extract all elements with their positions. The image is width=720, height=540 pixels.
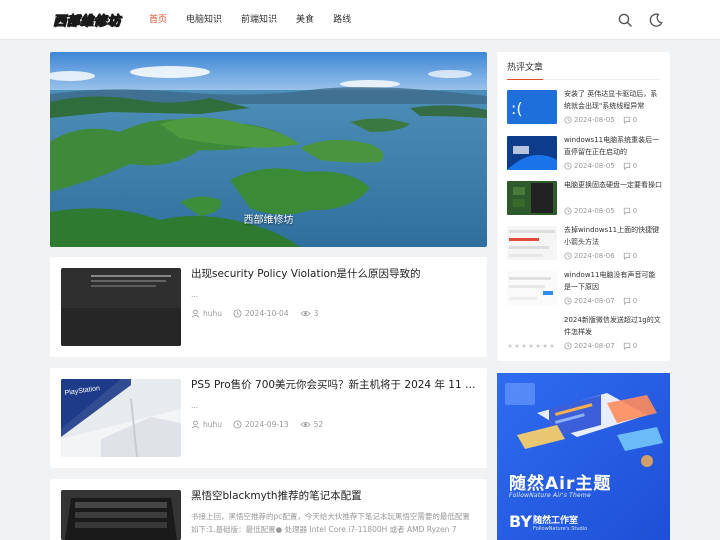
hot-article-meta: 2024-08-05 0 <box>564 162 645 170</box>
post-author[interactable]: huhu <box>203 309 222 318</box>
post-meta: huhu 2024-10-04 3 <box>191 309 329 318</box>
hot-article-date: 2024-08-05 <box>574 207 615 215</box>
comment-icon <box>623 116 630 124</box>
hero-caption: 西部维修坊 <box>243 215 294 226</box>
site-header: 西部维修坊 首页 电脑知识 前端知识 美食 路线 <box>0 0 720 40</box>
clock-icon <box>233 309 242 318</box>
eye-icon <box>300 421 311 428</box>
hot-article-item[interactable]: 去掉windows11上面的快捷键小箭头方法 2024-08-06 0 <box>507 224 662 264</box>
hot-article-thumbnail[interactable] <box>507 136 557 170</box>
hot-article-comments: 0 <box>632 162 638 170</box>
main-nav: 首页 电脑知识 前端知识 美食 路线 <box>149 13 370 27</box>
post-card[interactable]: PlayStation PS5 Pro售价 700美元你会买吗？新主机将于 20… <box>50 368 487 468</box>
hot-article-title[interactable]: windows11电脑系统重装后一直停留在正在启动的 <box>564 134 662 158</box>
clock-icon <box>564 116 572 124</box>
hot-article-title[interactable]: window11电脑没有声音可能是一下原因 <box>564 269 662 293</box>
post-date: 2024-09-13 <box>245 420 289 429</box>
hot-article-date: 2024-08-07 <box>574 342 615 350</box>
post-thumbnail[interactable] <box>61 490 181 540</box>
clock-icon <box>564 252 572 260</box>
clock-icon <box>564 297 572 305</box>
hot-article-item[interactable]: :( 安装了 英伟达显卡驱动后，系统就会出现"系统线程异常 2024-08-05… <box>507 88 662 128</box>
comment-icon <box>623 342 630 350</box>
hot-article-comments: 0 <box>632 252 638 260</box>
hot-article-title[interactable]: 2024新版微信发送超过1g的文件怎样发 <box>564 314 662 338</box>
clock-icon <box>233 420 242 429</box>
hot-article-item[interactable]: 电脑更换固态硬盘一定要看操口 2024-08-05 0 <box>507 179 662 219</box>
post-card[interactable]: 出现security Policy Violation是什么原因导致的 ... … <box>50 257 487 357</box>
ad-brand-name: 随然工作室 <box>533 516 579 526</box>
clock-icon <box>564 207 572 215</box>
svg-text::(: :( <box>511 99 523 118</box>
hot-article-date: 2024-08-06 <box>574 252 615 260</box>
ad-subtitle: FollowNature Air's Theme <box>509 492 591 499</box>
ad-title: 随然Air主题 <box>509 474 612 494</box>
hero-banner[interactable]: 西部维修坊 <box>50 52 487 247</box>
search-icon[interactable] <box>617 12 633 28</box>
nav-routes[interactable]: 路线 <box>333 13 351 27</box>
post-meta: huhu 2024-09-13 52 <box>191 420 334 429</box>
hot-article-meta: 2024-08-07 0 <box>564 342 645 350</box>
hot-article-meta: 2024-08-05 0 <box>564 116 645 124</box>
comment-icon <box>623 207 630 215</box>
nav-computer-knowledge[interactable]: 电脑知识 <box>186 13 222 27</box>
post-thumbnail[interactable] <box>61 268 181 346</box>
hot-article-comments: 0 <box>632 207 638 215</box>
post-author[interactable]: huhu <box>203 420 222 429</box>
hot-article-thumbnail[interactable]: :( <box>507 90 557 124</box>
site-logo[interactable]: 西部维修坊 <box>53 10 121 30</box>
nav-frontend-knowledge[interactable]: 前端知识 <box>241 13 277 27</box>
hot-article-thumbnail[interactable] <box>507 226 557 260</box>
post-title[interactable]: 黑悟空blackmyth推荐的笔记本配置 <box>191 488 476 504</box>
theme-ad-banner[interactable]: 随然Air主题 FollowNature Air's Theme BY 随然工作… <box>497 373 670 540</box>
post-views: 3 <box>313 309 319 318</box>
comment-icon <box>623 162 630 170</box>
user-icon <box>191 309 200 318</box>
eye-icon <box>300 310 311 317</box>
user-icon <box>191 420 200 429</box>
clock-icon <box>564 342 572 350</box>
post-title[interactable]: PS5 Pro售价 700美元你会买吗？新主机将于 2024 年 11 月 7 … <box>191 377 476 393</box>
post-date: 2024-10-04 <box>245 309 289 318</box>
hot-article-thumbnail[interactable] <box>507 271 557 305</box>
hot-article-title[interactable]: 电脑更换固态硬盘一定要看操口 <box>564 179 662 203</box>
hot-article-date: 2024-08-05 <box>574 116 615 124</box>
post-title[interactable]: 出现security Policy Violation是什么原因导致的 <box>191 266 476 282</box>
nav-home[interactable]: 首页 <box>149 13 167 27</box>
post-views: 52 <box>313 420 324 429</box>
hot-article-meta: 2024-08-06 0 <box>564 252 645 260</box>
hot-article-thumbnail[interactable] <box>507 181 557 215</box>
hot-article-comments: 0 <box>632 116 638 124</box>
post-card[interactable]: 黑悟空blackmyth推荐的笔记本配置 书接上回，黑悟空推荐的pc配置，今天给… <box>50 479 487 540</box>
hot-article-date: 2024-08-07 <box>574 297 615 305</box>
hot-article-item[interactable]: windows11电脑系统重装后一直停留在正在启动的 2024-08-05 0 <box>507 134 662 174</box>
post-thumbnail[interactable]: PlayStation <box>61 379 181 457</box>
hot-articles-title: 热评文章 <box>507 63 544 73</box>
hot-article-thumbnail[interactable] <box>507 316 557 350</box>
ad-brand-subtitle: FollowNature's Studio <box>533 526 588 532</box>
hot-article-item[interactable]: 2024新版微信发送超过1g的文件怎样发 2024-08-07 0 <box>507 314 662 354</box>
post-excerpt: 书接上回，黑悟空推荐的pc配置，今天给大伙推荐下笔记本玩黑悟空需要的最低配置如下… <box>191 512 470 534</box>
comment-icon <box>623 252 630 260</box>
comment-icon <box>623 297 630 305</box>
hot-article-comments: 0 <box>632 342 638 350</box>
hot-article-comments: 0 <box>632 297 638 305</box>
widget-divider <box>507 79 660 80</box>
nav-food[interactable]: 美食 <box>296 13 314 27</box>
hot-article-title[interactable]: 安装了 英伟达显卡驱动后，系统就会出现"系统线程异常 <box>564 88 662 112</box>
moon-icon[interactable] <box>648 12 664 28</box>
hot-article-meta: 2024-08-05 0 <box>564 207 645 215</box>
hot-article-meta: 2024-08-07 0 <box>564 297 645 305</box>
hot-articles-widget: 热评文章 :( 安装了 英伟达显卡驱动后，系统就会出现"系统线程异常 2024-… <box>497 52 670 361</box>
hot-article-item[interactable]: window11电脑没有声音可能是一下原因 2024-08-07 0 <box>507 269 662 309</box>
hot-article-date: 2024-08-05 <box>574 162 615 170</box>
hot-article-title[interactable]: 去掉windows11上面的快捷键小箭头方法 <box>564 224 662 248</box>
ad-brand-mark: BY <box>509 512 532 531</box>
clock-icon <box>564 162 572 170</box>
